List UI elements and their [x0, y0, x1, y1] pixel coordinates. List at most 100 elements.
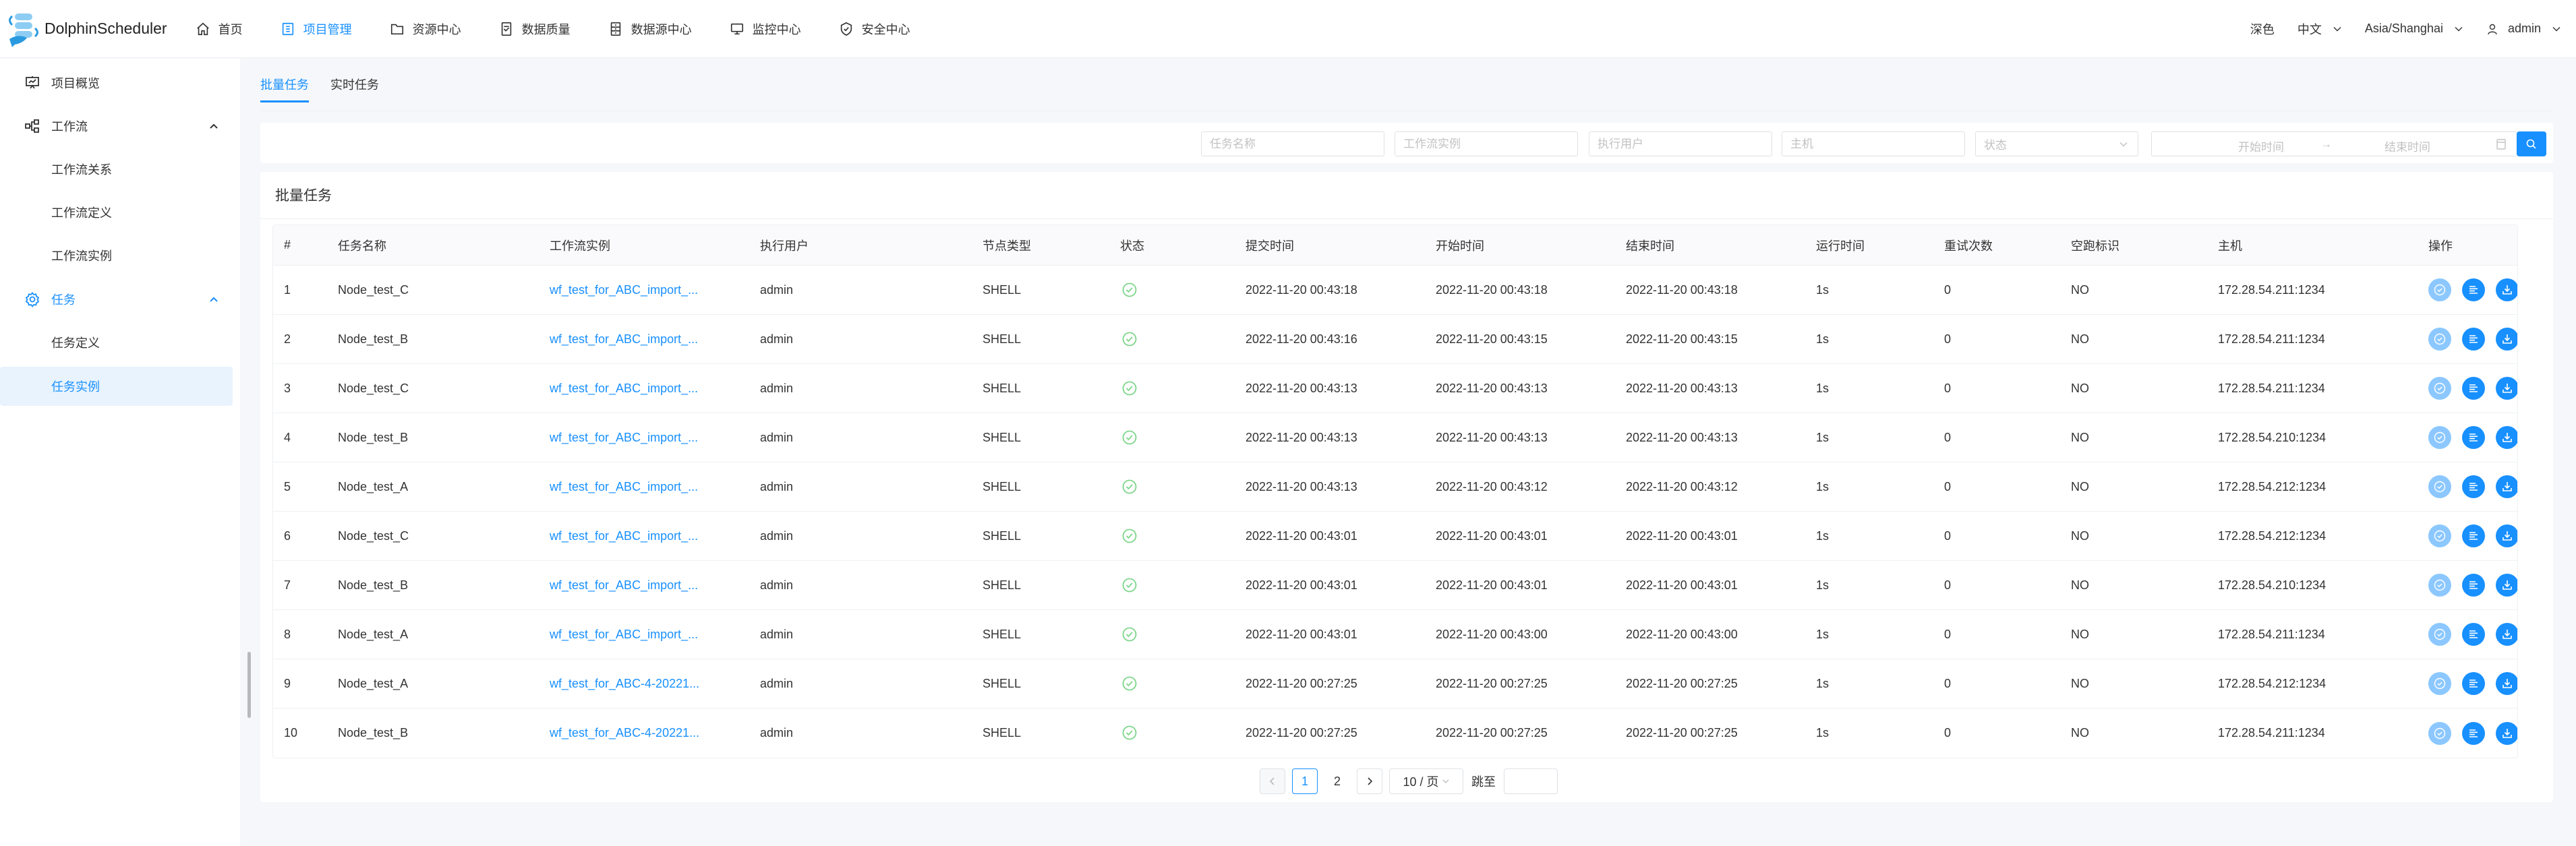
workflow-instance-link[interactable]: wf_test_for_ABC-4-20221... [550, 726, 699, 740]
sidebar-item-task-definition[interactable]: 任务定义 [0, 323, 233, 362]
chevron-down-icon [2119, 142, 2128, 147]
language-select[interactable]: 中文 [2297, 20, 2342, 38]
state-select[interactable]: 状态 [1975, 131, 2138, 156]
download-log-button[interactable] [2496, 426, 2517, 449]
workflow-instance-link[interactable]: wf_test_for_ABC_import_... [550, 382, 698, 396]
workflow-instance-link[interactable]: wf_test_for_ABC-4-20221... [550, 677, 699, 691]
view-log-button[interactable] [2462, 623, 2485, 646]
cell-retry-count: 0 [1944, 627, 1952, 641]
nav-security-label: 安全中心 [861, 22, 910, 36]
prev-page-button[interactable] [1260, 768, 1285, 794]
tab-stream-task[interactable]: 实时任务 [330, 75, 379, 102]
workflow-instance-link[interactable]: wf_test_for_ABC_import_... [550, 529, 698, 543]
workflow-instance-link[interactable]: wf_test_for_ABC_import_... [550, 480, 698, 494]
sidebar-item-task[interactable]: 任务 [0, 280, 233, 319]
status-success-icon [1121, 331, 1138, 351]
sidebar-item-workflow-relation[interactable]: 工作流关系 [0, 150, 233, 189]
sidebar-item-workflow-definition[interactable]: 工作流定义 [0, 193, 233, 232]
status-success-icon [1121, 626, 1138, 646]
workflow-instance-link[interactable]: wf_test_for_ABC_import_... [550, 283, 698, 297]
download-log-button[interactable] [2496, 721, 2517, 745]
force-success-button[interactable] [2428, 426, 2451, 449]
sidebar-item-label: 任务 [51, 293, 76, 307]
cell-index: 6 [284, 528, 291, 543]
view-log-button[interactable] [2462, 524, 2485, 547]
view-log-button[interactable] [2462, 672, 2485, 695]
nav-home[interactable]: 首页 [196, 20, 243, 38]
sidebar-item-project-overview[interactable]: 项目概览 [0, 63, 233, 102]
cell-node-type: SHELL [983, 430, 1022, 444]
sidebar-item-workflow-instance[interactable]: 工作流实例 [0, 236, 233, 275]
view-log-button[interactable] [2462, 377, 2485, 400]
page-2-button[interactable]: 2 [1324, 768, 1350, 794]
download-log-button[interactable] [2496, 377, 2517, 400]
force-success-button[interactable] [2428, 278, 2451, 301]
workflow-instance-link[interactable]: wf_test_for_ABC_import_... [550, 578, 698, 593]
user-menu[interactable]: admin [2486, 22, 2561, 36]
download-log-button[interactable] [2496, 278, 2517, 301]
download-log-button[interactable] [2496, 623, 2517, 646]
force-success-button[interactable] [2428, 672, 2451, 695]
jump-to-label: 跳至 [1471, 775, 1496, 789]
view-log-button[interactable] [2462, 574, 2485, 597]
cell-index: 3 [284, 381, 291, 395]
workflow-instance-link[interactable]: wf_test_for_ABC_import_... [550, 431, 698, 445]
force-success-button[interactable] [2428, 377, 2451, 400]
nav-monitor[interactable]: 监控中心 [730, 20, 801, 38]
workflow-instance-link[interactable]: wf_test_for_ABC_import_... [550, 628, 698, 642]
executor-input[interactable] [1589, 131, 1772, 156]
download-log-button[interactable] [2496, 328, 2517, 351]
view-log-button[interactable] [2462, 278, 2485, 301]
task-name-input[interactable] [1201, 131, 1384, 156]
force-success-button[interactable] [2428, 574, 2451, 597]
force-success-button[interactable] [2428, 524, 2451, 547]
nav-datasource[interactable]: 数据源中心 [608, 20, 692, 38]
download-log-button[interactable] [2496, 574, 2517, 597]
theme-toggle[interactable]: 深色 [2250, 20, 2275, 38]
jump-to-page-input[interactable] [1504, 768, 1558, 794]
view-log-button[interactable] [2462, 426, 2485, 449]
check-circle-icon [2434, 677, 2446, 690]
next-page-button[interactable] [1357, 768, 1382, 794]
range-arrow-icon: → [2320, 138, 2332, 150]
timezone-select[interactable]: Asia/Shanghai [2365, 22, 2463, 36]
header-col-actions: 操作 [2428, 239, 2453, 253]
force-success-button[interactable] [2428, 328, 2451, 351]
page-1-button[interactable]: 1 [1292, 768, 1318, 794]
card-title: 批量任务 [275, 188, 332, 204]
workflow-instance-input[interactable] [1395, 131, 1578, 156]
nav-project[interactable]: 项目管理 [281, 20, 352, 38]
download-log-button[interactable] [2496, 524, 2517, 547]
download-log-button[interactable] [2496, 475, 2517, 498]
app-logo[interactable]: DolphinScheduler [5, 0, 167, 58]
nav-data-quality[interactable]: 数据质量 [499, 20, 570, 38]
cell-end-time: 2022-11-20 00:43:18 [1626, 282, 1738, 297]
search-button[interactable] [2517, 131, 2546, 156]
page-size-select[interactable]: 10 / 页 [1389, 768, 1463, 794]
date-range-picker[interactable]: 开始时间 → 结束时间 [2151, 131, 2517, 156]
force-success-button[interactable] [2428, 721, 2451, 745]
dolphin-logo-icon [9, 13, 38, 47]
sidebar-scrollbar[interactable] [247, 652, 251, 718]
workflow-instance-link[interactable]: wf_test_for_ABC_import_... [550, 332, 698, 346]
view-log-button[interactable] [2462, 721, 2485, 745]
check-circle-icon [2434, 333, 2446, 345]
cell-task-name: Node_test_A [338, 627, 409, 641]
sidebar-item-label: 工作流 [51, 120, 88, 133]
header-right: 深色 中文 Asia/Shanghai admin [2227, 20, 2561, 38]
nav-security[interactable]: 安全中心 [839, 20, 910, 38]
nav-resource[interactable]: 资源中心 [390, 20, 461, 38]
download-log-button[interactable] [2496, 672, 2517, 695]
tab-batch-task[interactable]: 批量任务 [260, 75, 309, 102]
sidebar-item-task-instance[interactable]: 任务实例 [0, 367, 233, 406]
log-lines-icon [2469, 335, 2478, 343]
table-row: 7 Node_test_B wf_test_for_ABC_import_... ad… [273, 561, 2517, 610]
force-success-button[interactable] [2428, 475, 2451, 498]
cell-node-type: SHELL [983, 627, 1022, 641]
sidebar-item-workflow[interactable]: 工作流 [0, 107, 233, 146]
force-success-button[interactable] [2428, 623, 2451, 646]
view-log-button[interactable] [2462, 328, 2485, 351]
monitor-icon [730, 23, 743, 34]
view-log-button[interactable] [2462, 475, 2485, 498]
host-input[interactable] [1782, 131, 1965, 156]
